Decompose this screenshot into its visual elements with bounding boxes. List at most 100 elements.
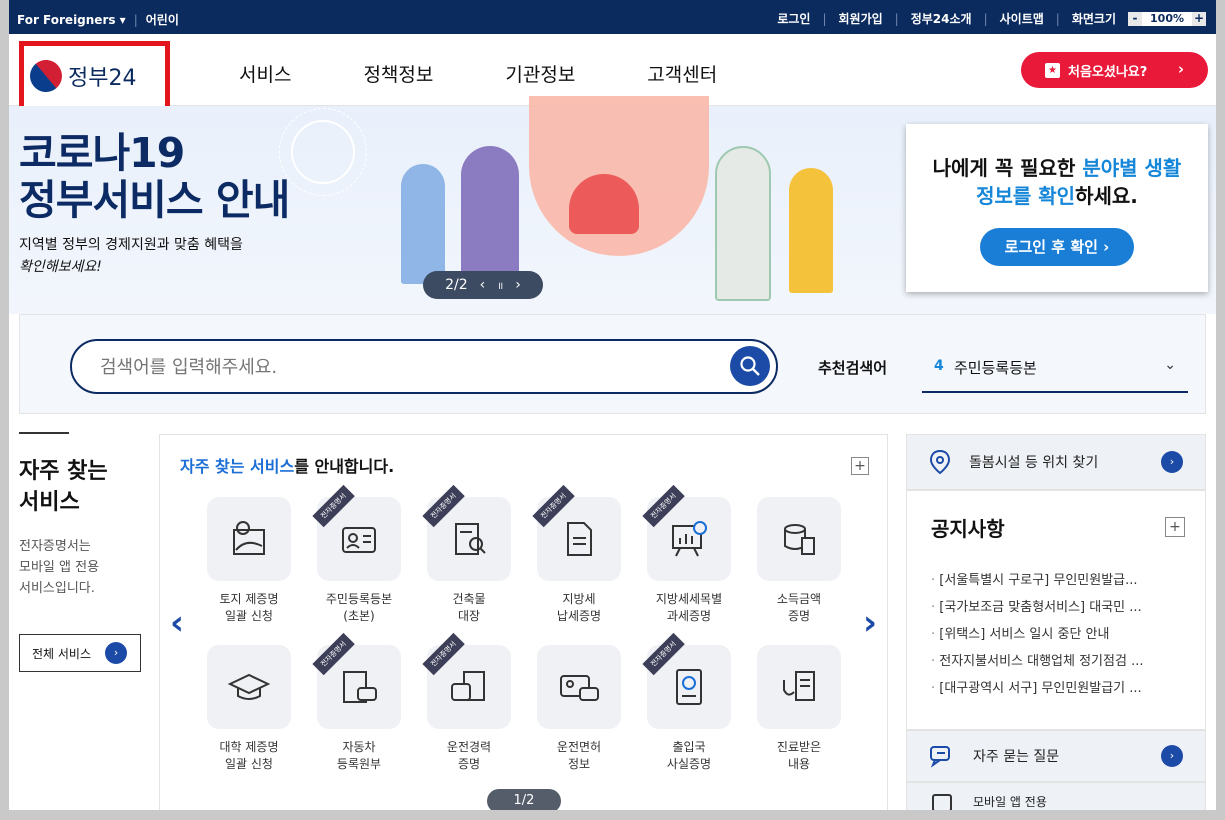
graduation-cap-icon: [227, 673, 271, 700]
section-title: 자주 찾는 서비스: [19, 456, 159, 518]
chat-bubble-icon: [930, 746, 950, 768]
notice-item[interactable]: [서울특별시 구로구] 무인민원발급...: [931, 567, 1143, 594]
service-item-medical-record[interactable]: 진료받은 내용: [744, 645, 854, 773]
service-item-building-register[interactable]: 전자증명서 건축물 대장: [414, 484, 524, 625]
location-finder-link[interactable]: 돌봄시설 등 위치 찾기 ›: [906, 434, 1206, 490]
service-item-local-tax-payment[interactable]: 전자증명서 지방세 납세증명: [524, 484, 634, 625]
services-prev-button[interactable]: ‹: [170, 603, 184, 643]
service-label-line1: 진료받은: [776, 740, 822, 754]
arrow-right-icon: ›: [1161, 745, 1183, 767]
hero-banner[interactable]: 코로나19 정부서비스 안내 지역별 정부의 경제지원과 맞춤 혜택을 확인해보…: [9, 96, 1216, 314]
for-foreigners-link[interactable]: For Foreigners ▾: [17, 13, 126, 27]
all-services-button[interactable]: 전체 서비스 ›: [19, 634, 141, 672]
illustration-person-4: [789, 168, 833, 293]
notice-item[interactable]: [국가보조금 맞춤형서비스] 대국민 ...: [931, 594, 1143, 621]
illustration-person-2: [461, 146, 519, 291]
service-label-line2: 증명: [457, 757, 481, 771]
services-more-button[interactable]: +: [851, 457, 869, 475]
faq-link[interactable]: 자주 묻는 질문 ›: [906, 730, 1206, 782]
banner-prev-button[interactable]: ‹: [480, 277, 486, 293]
search-area: 추천검색어 4 주민등록등본 ⌄: [19, 314, 1206, 414]
service-item-driver-license[interactable]: 운전면허 정보: [524, 645, 634, 773]
taegeuk-logo-icon: [23, 53, 69, 99]
nav-item-services[interactable]: 서비스: [239, 60, 291, 87]
search-input[interactable]: [100, 354, 700, 380]
banner-next-button[interactable]: ›: [515, 277, 521, 293]
zoom-in-button[interactable]: +: [1192, 11, 1206, 26]
notice-item[interactable]: 전자지불서비스 대행업체 정기점검 ...: [931, 648, 1143, 675]
site-logo[interactable]: 정부24: [19, 41, 170, 111]
mobile-phone-icon: [932, 794, 952, 810]
divider: |: [1055, 11, 1060, 26]
banner-title-line1: 코로나19: [19, 129, 185, 177]
car-document-icon: [343, 671, 377, 703]
service-label-line1: 대학 제증명: [219, 740, 279, 754]
service-item-land-certificate[interactable]: 토지 제증명 일괄 신청: [194, 497, 304, 625]
nav-item-policy[interactable]: 정책정보: [363, 60, 433, 87]
service-tile: [207, 497, 291, 581]
service-item-driving-record[interactable]: 전자증명서 운전경력 증명: [414, 632, 524, 773]
section-note-line3: 서비스입니다.: [19, 581, 95, 596]
chart-board-icon: [672, 521, 707, 557]
services-heading: 자주 찾는 서비스를 안내합니다.: [180, 453, 394, 477]
notice-item[interactable]: [대구광역시 서구] 무인민원발급기 ...: [931, 675, 1143, 702]
service-label-line2: (초본): [343, 609, 375, 623]
search-button[interactable]: [730, 346, 770, 386]
service-tile: [757, 497, 841, 581]
chevron-down-icon[interactable]: ⌄: [1164, 357, 1176, 373]
recommend-keyword[interactable]: 주민등록등본: [954, 357, 1037, 378]
banner-pager: 2/2 ‹ ॥ ›: [423, 271, 543, 299]
chevron-right-icon: ›: [1177, 60, 1184, 78]
illustration-person-1: [401, 164, 445, 284]
services-next-button[interactable]: ›: [863, 603, 877, 643]
service-item-university-certificate[interactable]: 대학 제증명일괄 신청: [194, 645, 304, 773]
service-label-line2: 정보: [567, 757, 591, 771]
zoom-out-button[interactable]: -: [1128, 11, 1143, 26]
login-link[interactable]: 로그인: [777, 10, 810, 27]
notice-more-button[interactable]: +: [1165, 517, 1185, 537]
service-label-line2: 등록원부: [336, 757, 382, 771]
coin-document-icon: [784, 524, 815, 555]
location-pin-icon: [929, 449, 951, 475]
service-label-line1: 주민등록등본: [325, 592, 393, 606]
service-label: 운전면허 정보: [524, 739, 634, 773]
sitemap-link[interactable]: 사이트맵: [1000, 10, 1044, 27]
notice-item[interactable]: [위택스] 서비스 일시 중단 안내: [931, 621, 1143, 648]
service-tile: [537, 645, 621, 729]
nav-item-support[interactable]: 고객센터: [647, 60, 717, 87]
kids-link[interactable]: 어린이: [146, 11, 179, 28]
service-item-vehicle-register[interactable]: 전자증명서 자동차 등록원부: [304, 632, 414, 773]
service-label: 건축물 대장: [414, 591, 524, 625]
services-heading-highlight: 자주 찾는 서비스: [180, 457, 295, 476]
promo-text-part: 하세요.: [1075, 184, 1138, 208]
promo-text-part: 나에게 꼭 필요한: [932, 156, 1083, 180]
mobile-app-link[interactable]: 모바일 앱 전용: [906, 782, 1206, 810]
service-label-line2: 증명: [787, 609, 811, 623]
login-check-button[interactable]: 로그인 후 확인 ›: [980, 228, 1134, 266]
service-item-local-tax-by-item[interactable]: 전자증명서 지방세세목별 과세증명: [634, 484, 744, 625]
illustration-person-3: [715, 146, 771, 301]
divider: |: [133, 12, 138, 27]
service-label: 주민등록등본 (초본): [304, 591, 414, 625]
services-pager: 1/2: [487, 789, 561, 810]
signup-link[interactable]: 회원가입: [838, 10, 882, 27]
section-note: 전자증명서는 모바일 앱 전용 서비스입니다.: [19, 536, 159, 599]
sun-icon: [291, 120, 355, 184]
id-card-icon: [342, 527, 376, 553]
service-label-line2: 일괄 신청: [225, 757, 273, 771]
banner-desc-line2: 확인해보세요!: [19, 259, 102, 275]
banner-pause-button[interactable]: ॥: [497, 278, 503, 292]
service-tile: 전자증명서: [422, 484, 511, 581]
license-car-icon: [560, 675, 599, 701]
recommend-dropdown[interactable]: 4 주민등록등본 ⌄: [922, 345, 1188, 393]
first-visit-button[interactable]: ★ 처음오셨나요? ›: [1021, 52, 1208, 88]
service-tile: 전자증명서: [642, 484, 731, 581]
nav-item-agency[interactable]: 기관정보: [505, 60, 575, 87]
service-item-immigration-record[interactable]: 전자증명서 출입국 사실증명: [634, 632, 744, 773]
service-item-resident-registration[interactable]: 전자증명서 주민등록등본 (초본): [304, 484, 414, 625]
recommend-label: 추천검색어: [818, 359, 888, 377]
about-link[interactable]: 정부24소개: [911, 10, 972, 27]
service-item-income-certificate[interactable]: 소득금액 증명: [744, 497, 854, 625]
banner-title: 코로나19 정부서비스 안내: [19, 129, 290, 224]
section-note-line2: 모바일 앱 전용: [19, 560, 100, 575]
